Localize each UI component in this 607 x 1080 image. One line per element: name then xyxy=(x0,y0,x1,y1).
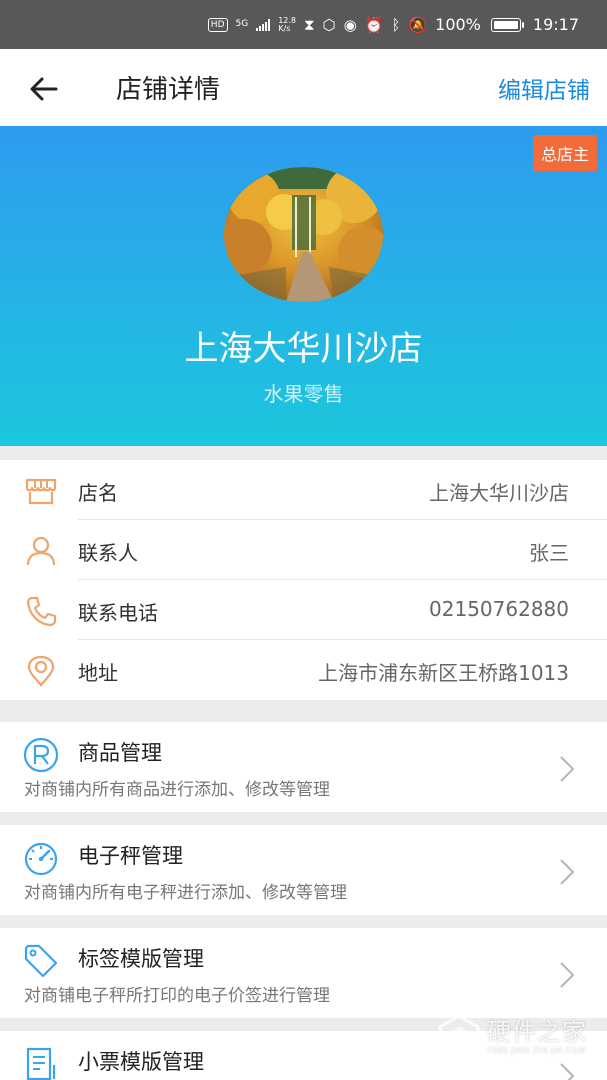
status-bar: HD 5G 12.8 K/s ⧗ ⬡ ◉ ⏰ ᛒ 🔕 100% 19:17 xyxy=(0,0,607,49)
page-title: 店铺详情 xyxy=(116,75,221,105)
menu-item-product-management[interactable]: 商品管理 对商铺内所有商品进行添加、修改等管理 xyxy=(0,722,607,812)
menu-title: 小票模版管理 xyxy=(78,1050,204,1074)
store-category: 水果零售 xyxy=(263,382,344,406)
menu-title: 标签模版管理 xyxy=(78,947,204,971)
info-label: 店名 xyxy=(78,481,118,505)
watermark-logo-icon xyxy=(438,1014,480,1062)
menu-description: 对商铺内所有商品进行添加、修改等管理 xyxy=(24,780,330,800)
info-label: 地址 xyxy=(78,661,118,685)
info-label: 联系人 xyxy=(78,541,138,565)
phone-icon xyxy=(26,596,57,627)
store-avatar[interactable] xyxy=(224,167,383,302)
signal-label: 5G xyxy=(235,19,249,29)
avatar-image xyxy=(224,167,383,302)
gauge-icon xyxy=(24,842,58,876)
net-speed: 12.8 K/s xyxy=(278,16,296,33)
chevron-right-icon xyxy=(560,859,575,885)
eye-icon: ◉ xyxy=(343,15,357,34)
receipt-icon xyxy=(26,1047,56,1080)
tag-icon xyxy=(24,944,58,978)
info-value: 张三 xyxy=(529,541,569,565)
watermark-name: 硬件之家 xyxy=(487,1018,587,1046)
store-icon xyxy=(25,478,57,505)
owner-badge: 总店主 xyxy=(532,135,597,171)
hourglass-icon: ⧗ xyxy=(304,15,315,34)
info-value[interactable]: 02150762880 xyxy=(429,597,569,621)
net-speed-unit: K/s xyxy=(278,23,291,33)
info-row-contact: 联系人 张三 xyxy=(0,520,607,580)
edit-store-button[interactable]: 编辑店铺 xyxy=(498,71,590,105)
alarm-icon: ⏰ xyxy=(364,15,384,34)
store-banner: 总店主 上海大华川沙店 水果零售 xyxy=(0,126,607,446)
watermark: 硬件之家 YING JIAN ZHI JIA.COM xyxy=(437,1010,587,1068)
bluetooth-icon: ᛒ xyxy=(391,15,401,34)
mute-icon: 🔕 xyxy=(408,15,428,34)
signal-bars-icon xyxy=(256,18,271,31)
registered-r-icon xyxy=(23,737,59,773)
location-pin-icon xyxy=(27,655,55,687)
store-name-heading: 上海大华川沙店 xyxy=(184,329,423,369)
app-toolbar: 店铺详情 编辑店铺 xyxy=(0,49,607,126)
battery-percent: 100% xyxy=(435,15,481,34)
menu-description: 对商铺电子秤所打印的电子价签进行管理 xyxy=(24,986,330,1006)
battery-icon xyxy=(490,17,524,32)
store-info-list: 店名 上海大华川沙店 联系人 张三 联系电话 02150762880 地址 上海… xyxy=(0,460,607,700)
menu-description: 对商铺内所有电子秤进行添加、修改等管理 xyxy=(24,883,347,903)
clock: 19:17 xyxy=(532,15,579,34)
status-icons: HD 5G 12.8 K/s ⧗ ⬡ ◉ ⏰ ᛒ 🔕 100% 19:17 xyxy=(207,0,579,49)
back-arrow-icon[interactable] xyxy=(26,71,62,107)
menu-item-scale-management[interactable]: 电子秤管理 对商铺内所有电子秤进行添加、修改等管理 xyxy=(0,825,607,915)
info-row-phone: 联系电话 02150762880 xyxy=(0,580,607,640)
info-label: 联系电话 xyxy=(78,601,158,625)
info-row-store-name: 店名 上海大华川沙店 xyxy=(0,460,607,520)
menu-item-label-template-management[interactable]: 标签模版管理 对商铺电子秤所打印的电子价签进行管理 xyxy=(0,928,607,1018)
chevron-right-icon xyxy=(560,756,575,782)
menu-title: 电子秤管理 xyxy=(78,844,183,868)
info-row-address: 地址 上海市浦东新区王桥路1013 xyxy=(0,640,607,700)
hd-badge: HD xyxy=(207,17,228,32)
info-value: 上海市浦东新区王桥路1013 xyxy=(318,661,569,685)
watermark-url: YING JIAN ZHI JIA.COM xyxy=(487,1046,586,1055)
signal-indicator: 5G xyxy=(236,20,249,29)
menu-title: 商品管理 xyxy=(78,741,162,765)
shield-icon: ⬡ xyxy=(322,15,336,34)
chevron-right-icon xyxy=(560,962,575,988)
person-icon xyxy=(26,536,56,566)
info-value: 上海大华川沙店 xyxy=(429,481,569,505)
